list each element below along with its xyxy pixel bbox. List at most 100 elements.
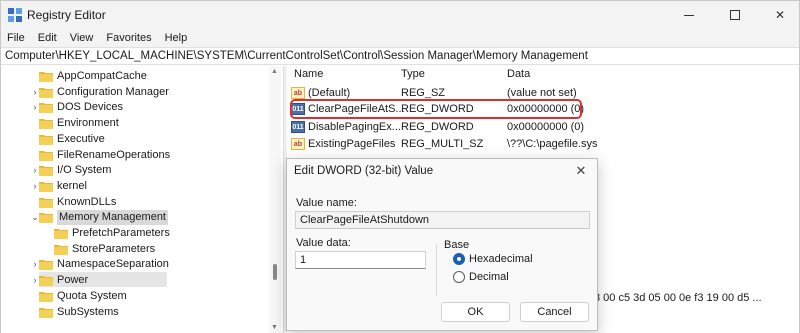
tree-item-label: StoreParameters <box>72 242 156 255</box>
tree-item[interactable]: AppCompatCache <box>29 69 269 84</box>
registry-editor-icon <box>8 8 22 22</box>
value-name-field: ClearPageFileAtShutdown <box>295 211 590 229</box>
tree-item[interactable]: SubSystems <box>29 305 269 320</box>
cancel-button[interactable]: Cancel <box>520 302 589 322</box>
scroll-thumb[interactable] <box>273 264 277 280</box>
tree-item[interactable]: › kernel <box>29 179 269 194</box>
scroll-up-icon[interactable]: ▲ <box>271 68 278 75</box>
tree-item[interactable]: › I/O System <box>29 163 269 178</box>
menu-view[interactable]: View <box>70 32 94 44</box>
tree-item-label: Executive <box>57 132 105 145</box>
folder-icon <box>39 307 53 318</box>
value-name-label: Value name: <box>296 197 357 209</box>
radio-decimal[interactable]: Decimal <box>453 270 509 284</box>
tree-item[interactable]: Quota System <box>29 289 269 304</box>
string-value-icon: ab <box>291 138 305 150</box>
tree-item-label: AppCompatCache <box>57 70 147 82</box>
ok-button[interactable]: OK <box>441 302 510 322</box>
tree-item[interactable]: Executive <box>29 132 269 147</box>
value-row[interactable]: ab ExistingPageFiles REG_MULTI_SZ \??\C:… <box>287 136 799 152</box>
folder-icon <box>39 150 53 161</box>
value-data: \??\C:\pagefile.sys <box>507 138 598 150</box>
base-group: Base Hexadecimal Decimal <box>436 239 591 296</box>
minimize-button[interactable] <box>666 1 712 29</box>
menu-edit[interactable]: Edit <box>38 32 57 44</box>
close-icon: ✕ <box>774 8 786 22</box>
tree-item[interactable]: KnownDLLs <box>29 195 269 210</box>
menu-bar: File Edit View Favorites Help <box>1 29 799 47</box>
column-header-data[interactable]: Data <box>507 68 530 80</box>
tree-item-label: KnownDLLs <box>57 195 117 208</box>
folder-icon <box>39 72 53 82</box>
tree-item-label: DOS Devices <box>57 101 124 114</box>
radio-hexadecimal[interactable]: Hexadecimal <box>453 252 533 266</box>
value-data-label: Value data: <box>296 237 351 249</box>
tree-item[interactable]: StoreParameters <box>44 242 283 257</box>
column-header-name[interactable]: Name <box>294 68 323 80</box>
tree-item[interactable]: ⌄ Memory Management <box>29 210 269 226</box>
folder-icon <box>39 276 53 287</box>
radio-checked-icon[interactable] <box>453 253 465 265</box>
dialog-close-button[interactable]: ✕ <box>572 162 590 180</box>
tree-item-label: Quota System <box>57 289 127 302</box>
tree-item-label: Environment <box>57 117 119 130</box>
registry-tree: AppCompatCache › Configuration Manager › DOS… <box>1 66 283 333</box>
value-name: ExistingPageFiles <box>308 138 396 150</box>
tree-scrollbar[interactable]: ▲ ▼ <box>269 66 281 333</box>
address-bar[interactable]: Computer\HKEY_LOCAL_MACHINE\SYSTEM\Curre… <box>1 47 799 65</box>
close-icon: ✕ <box>575 163 587 178</box>
maximize-button[interactable] <box>712 1 758 29</box>
tree-item[interactable]: › Power <box>29 273 269 288</box>
tree-item-label: Configuration Manager <box>57 85 169 98</box>
folder-icon <box>39 260 53 271</box>
dword-value-icon: 011 <box>291 121 305 133</box>
folder-icon <box>39 119 53 130</box>
folder-icon <box>39 181 53 192</box>
tree-item[interactable]: › DOS Devices <box>29 100 269 115</box>
menu-file[interactable]: File <box>7 32 25 44</box>
radio-hexadecimal-label: Hexadecimal <box>469 253 533 265</box>
close-button[interactable]: ✕ <box>757 1 800 29</box>
title-bar: Registry Editor ✕ <box>1 1 799 29</box>
folder-icon <box>39 166 53 177</box>
folder-icon <box>54 229 68 239</box>
tree-item-label: PrefetchParameters <box>72 227 170 239</box>
tree-item[interactable]: › NamespaceSeparation <box>29 257 269 272</box>
window-title: Registry Editor <box>27 8 106 22</box>
tree-item[interactable]: PrefetchParameters <box>44 226 283 241</box>
column-header-type[interactable]: Type <box>401 68 425 80</box>
tree-item-label: Memory Management <box>57 210 168 226</box>
binary-data-fragment: 3 00 c5 3d 05 00 0e f3 19 00 d5 ... <box>594 292 762 304</box>
menu-favorites[interactable]: Favorites <box>106 32 151 44</box>
value-data-input[interactable]: 1 <box>295 251 426 269</box>
tree-item-label: FileRenameOperations <box>57 148 171 161</box>
tree-item[interactable]: Environment <box>29 116 269 131</box>
folder-icon <box>39 291 53 302</box>
tree-item-label: SubSystems <box>57 305 119 318</box>
tree-item-label: Power <box>57 274 89 287</box>
minimize-icon <box>684 14 694 16</box>
folder-icon <box>39 134 53 145</box>
tree-item-label: I/O System <box>57 164 112 177</box>
tree-item-label: NamespaceSeparation <box>57 258 169 271</box>
registry-editor-window: Registry Editor ✕ File Edit View Favorit… <box>0 0 800 333</box>
maximize-icon <box>730 10 740 20</box>
menu-help[interactable]: Help <box>165 32 188 44</box>
value-name: DisablePagingEx... <box>308 121 401 133</box>
folder-icon <box>39 197 53 208</box>
radio-decimal-label: Decimal <box>469 271 509 283</box>
folder-icon <box>39 87 53 98</box>
value-type: REG_MULTI_SZ <box>401 138 484 150</box>
highlight-annotation <box>290 99 582 119</box>
value-data: 0x00000000 (0) <box>507 121 585 133</box>
tree-item[interactable]: › Configuration Manager <box>29 85 269 100</box>
radio-unchecked-icon[interactable] <box>453 271 465 283</box>
value-type: REG_DWORD <box>401 121 474 133</box>
folder-icon <box>39 213 53 224</box>
edit-dword-dialog: Edit DWORD (32-bit) Value ✕ Value name: … <box>286 158 598 331</box>
value-row[interactable]: 011 DisablePagingEx... REG_DWORD 0x00000… <box>287 119 799 135</box>
tree-item-label: kernel <box>57 179 87 192</box>
string-value-icon: ab <box>291 87 305 99</box>
tree-item[interactable]: FileRenameOperations <box>29 148 269 163</box>
scroll-down-icon[interactable]: ▼ <box>271 324 278 331</box>
